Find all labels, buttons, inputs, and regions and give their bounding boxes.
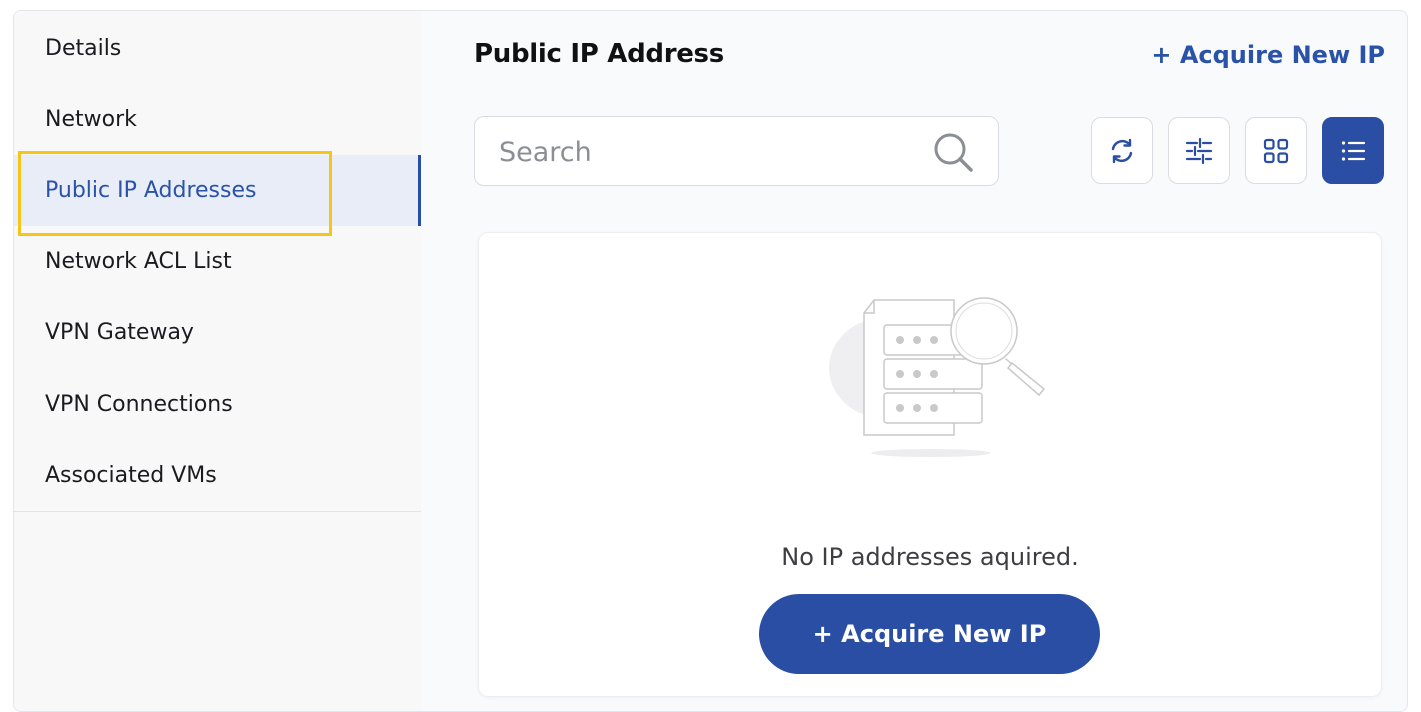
search-box — [474, 116, 999, 186]
sidebar-item-label: VPN Gateway — [45, 320, 194, 345]
sidebar-item-label: Details — [45, 36, 122, 61]
refresh-button[interactable] — [1091, 117, 1153, 184]
sidebar-item-vpn-connections[interactable]: VPN Connections — [14, 369, 421, 440]
sidebar: Details Network Public IP Addresses Netw… — [14, 11, 421, 711]
sidebar-item-label: Network — [45, 107, 137, 132]
sidebar-nav: Details Network Public IP Addresses Netw… — [14, 11, 421, 512]
sidebar-item-label: Network ACL List — [45, 249, 232, 274]
sidebar-item-network-acl-list[interactable]: Network ACL List — [14, 226, 421, 297]
acquire-new-ip-button[interactable]: + Acquire New IP — [759, 594, 1100, 674]
search-icon[interactable] — [932, 131, 974, 173]
empty-server-search-icon — [829, 297, 1047, 457]
acquire-new-ip-link[interactable]: + Acquire New IP — [1151, 41, 1385, 69]
sidebar-item-associated-vms[interactable]: Associated VMs — [14, 440, 421, 511]
sidebar-item-label: VPN Connections — [45, 392, 233, 417]
filter-button[interactable] — [1168, 117, 1230, 184]
list-view-icon — [1341, 140, 1366, 161]
sidebar-item-public-ip-addresses[interactable]: Public IP Addresses — [14, 155, 421, 226]
grid-view-button[interactable] — [1245, 117, 1307, 184]
empty-state-message: No IP addresses aquired. — [781, 543, 1079, 571]
list-view-button[interactable] — [1322, 117, 1384, 184]
grid-view-icon — [1263, 138, 1289, 163]
sidebar-item-details[interactable]: Details — [14, 13, 421, 84]
empty-state-card: No IP addresses aquired. + Acquire New I… — [478, 232, 1382, 697]
page-title: Public IP Address — [474, 39, 724, 69]
search-input[interactable] — [497, 131, 921, 173]
filter-sliders-icon — [1185, 137, 1213, 164]
app-frame: Details Network Public IP Addresses Netw… — [13, 10, 1408, 712]
sidebar-item-network[interactable]: Network — [14, 84, 421, 155]
sidebar-item-label: Public IP Addresses — [45, 178, 257, 203]
sidebar-item-vpn-gateway[interactable]: VPN Gateway — [14, 297, 421, 368]
main-panel: Public IP Address + Acquire New IP Searc… — [421, 11, 1407, 711]
sidebar-item-label: Associated VMs — [45, 463, 217, 488]
refresh-icon — [1111, 138, 1133, 163]
